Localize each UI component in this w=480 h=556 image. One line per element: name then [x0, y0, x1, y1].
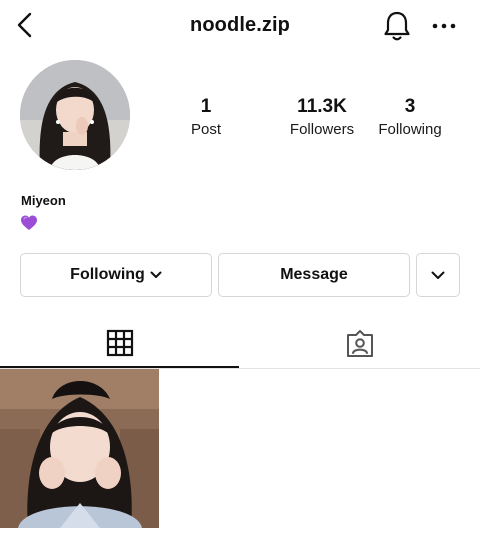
following-button-label: Following [70, 266, 145, 283]
following-label: Following [378, 121, 442, 138]
purple-heart-icon [21, 215, 37, 230]
followers-count: 11.3K [297, 96, 347, 117]
post-photo [0, 369, 159, 528]
top-bar: noodle.zip [0, 0, 480, 52]
tab-tagged[interactable] [239, 320, 480, 368]
posts-stat: 1 Post [176, 96, 236, 140]
followers-stat[interactable]: 11.3K Followers [262, 96, 382, 140]
more-options-button[interactable] [430, 12, 458, 40]
tab-posts-grid[interactable] [0, 320, 239, 368]
suggested-accounts-button[interactable] [416, 253, 460, 297]
message-button[interactable]: Message [218, 253, 410, 297]
posts-label: Post [190, 121, 221, 138]
posts-count: 1 [200, 96, 212, 117]
message-button-label: Message [280, 266, 348, 283]
following-stat[interactable]: 3 Following [370, 96, 450, 140]
post-thumbnail[interactable] [0, 369, 159, 528]
grid-icon [106, 329, 133, 357]
following-count: 3 [404, 96, 416, 117]
chevron-down-icon [150, 271, 162, 278]
chevron-down-icon [431, 271, 445, 279]
tagged-person-icon [346, 330, 373, 357]
profile-avatar[interactable] [20, 60, 130, 170]
avatar-photo [20, 60, 130, 170]
more-dots-icon [432, 23, 456, 29]
bell-icon [384, 11, 410, 41]
followers-label: Followers [289, 121, 355, 138]
notifications-button[interactable] [381, 9, 413, 43]
following-button[interactable]: Following [20, 253, 212, 297]
bio-name: Miyeon [21, 193, 66, 208]
